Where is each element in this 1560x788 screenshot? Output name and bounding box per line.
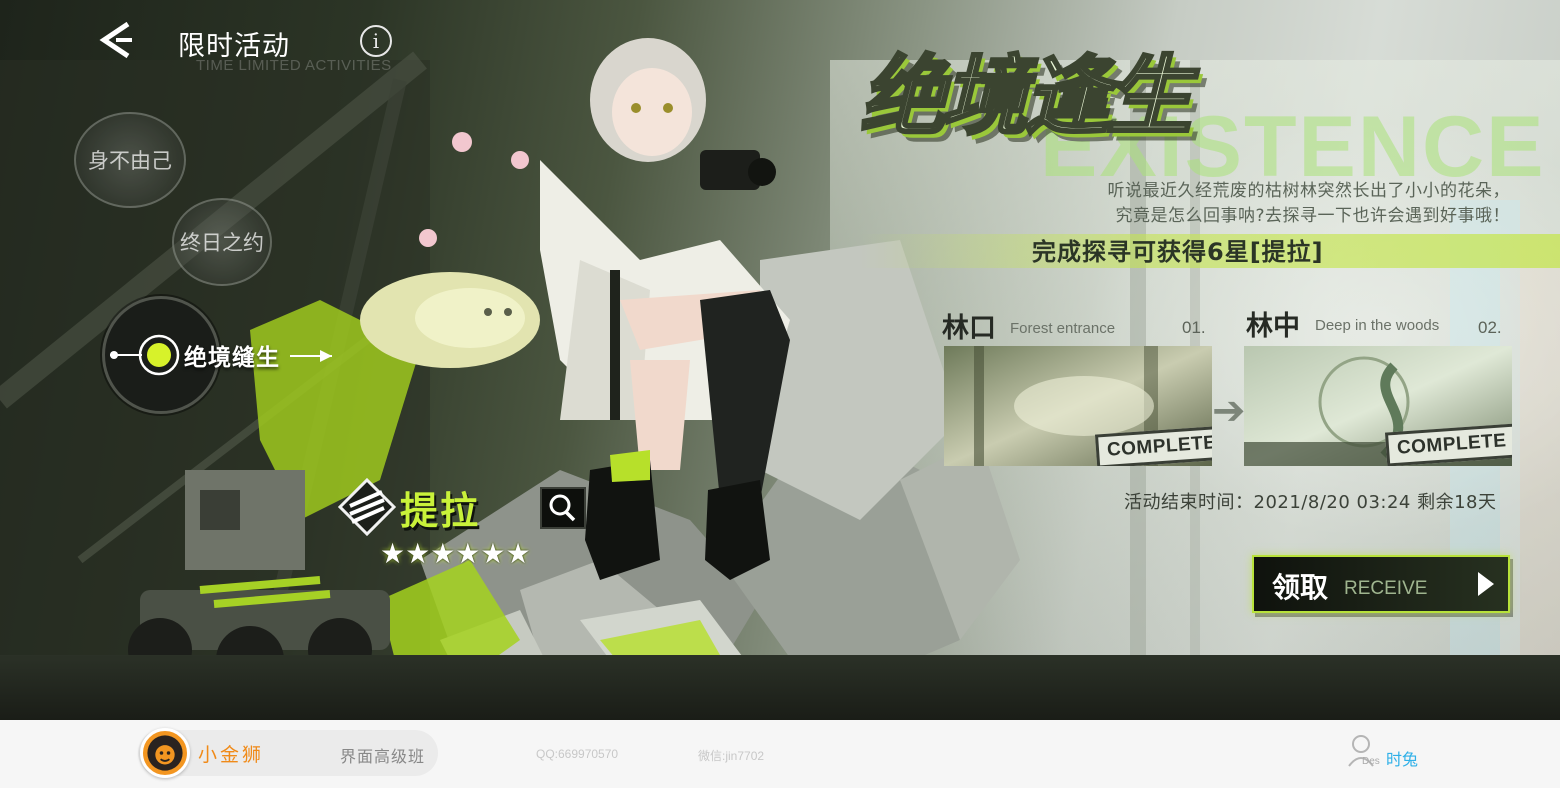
description-line: 究竟是怎么回事呐?去探寻一下也许会遇到好事哦！ bbox=[1115, 206, 1510, 226]
stage-1-number: 01. bbox=[1182, 318, 1206, 337]
event-end-time: 活动结束时间：2021/8/20 03:24 剩余18天 bbox=[1124, 492, 1497, 513]
tab-label: 身不由己 bbox=[88, 149, 172, 173]
reward-text: 完成探寻可获得6星[提拉] bbox=[1032, 238, 1324, 266]
search-icon bbox=[549, 494, 576, 522]
play-arrow-icon bbox=[1478, 572, 1494, 596]
tab-label-active: 绝境缝生 bbox=[184, 345, 280, 371]
floor-shadow bbox=[0, 655, 1560, 720]
stage-2-thumbnail[interactable]: COMPLETE bbox=[1244, 346, 1512, 466]
tab-shen-bu-you-ji[interactable]: 身不由己 bbox=[74, 112, 186, 208]
lion-logo-icon bbox=[140, 728, 190, 778]
info-icon[interactable]: i bbox=[360, 25, 392, 57]
game-screen: 限时活动 TIME LIMITED ACTIVITIES i 身不由己 终日之约… bbox=[0, 0, 1560, 720]
receive-label-en: RECEIVE bbox=[1344, 578, 1428, 599]
character-star-rating: ★★★★★★ bbox=[380, 537, 531, 570]
tab-label: 终日之约 bbox=[180, 231, 264, 255]
receive-label: 领取 bbox=[1272, 571, 1329, 604]
active-tab-connector bbox=[290, 350, 332, 362]
brand-name: 小金狮 bbox=[198, 744, 265, 766]
course-name: 界面高级班 bbox=[340, 747, 426, 766]
stage-1-title: 林口 bbox=[942, 313, 996, 344]
stage-1-thumbnail[interactable]: COMPLETE bbox=[944, 346, 1212, 466]
qq-contact: QQ:669970570 bbox=[536, 747, 619, 761]
page-subtitle: TIME LIMITED ACTIVITIES bbox=[196, 57, 392, 74]
stage-2-title-en: Deep in the woods bbox=[1315, 317, 1440, 334]
arrow-right-icon: ➔ bbox=[1212, 388, 1246, 434]
stage-1-title-en: Forest entrance bbox=[1010, 320, 1116, 337]
tab-zhong-ri-zhi-yue[interactable]: 终日之约 bbox=[172, 198, 272, 286]
user-name: 时兔 bbox=[1386, 750, 1419, 769]
character-detail-button[interactable] bbox=[540, 487, 586, 529]
credit-bar: 小金狮 界面高级班 QQ:669970570 微信:jin7702 Des 时兔 bbox=[0, 720, 1560, 788]
character-class-icon bbox=[338, 478, 396, 536]
description-line: 听说最近久经荒废的枯树林突然长出了小小的花朵， bbox=[1107, 181, 1510, 201]
user-tag: Des bbox=[1362, 756, 1380, 767]
event-title: 绝境逢生 bbox=[859, 46, 1194, 149]
stage-2-title: 林中 bbox=[1246, 311, 1300, 342]
character-name: 提拉 bbox=[400, 489, 481, 533]
stage-2-number: 02. bbox=[1478, 318, 1502, 337]
receive-button[interactable]: 领取 RECEIVE bbox=[1252, 555, 1510, 613]
event-description: 听说最近久经荒废的枯树林突然长出了小小的花朵， 究竟是怎么回事呐?去探寻一下也许… bbox=[880, 180, 1510, 228]
back-arrow-icon[interactable] bbox=[98, 20, 138, 60]
wechat-contact: 微信:jin7702 bbox=[698, 749, 765, 763]
